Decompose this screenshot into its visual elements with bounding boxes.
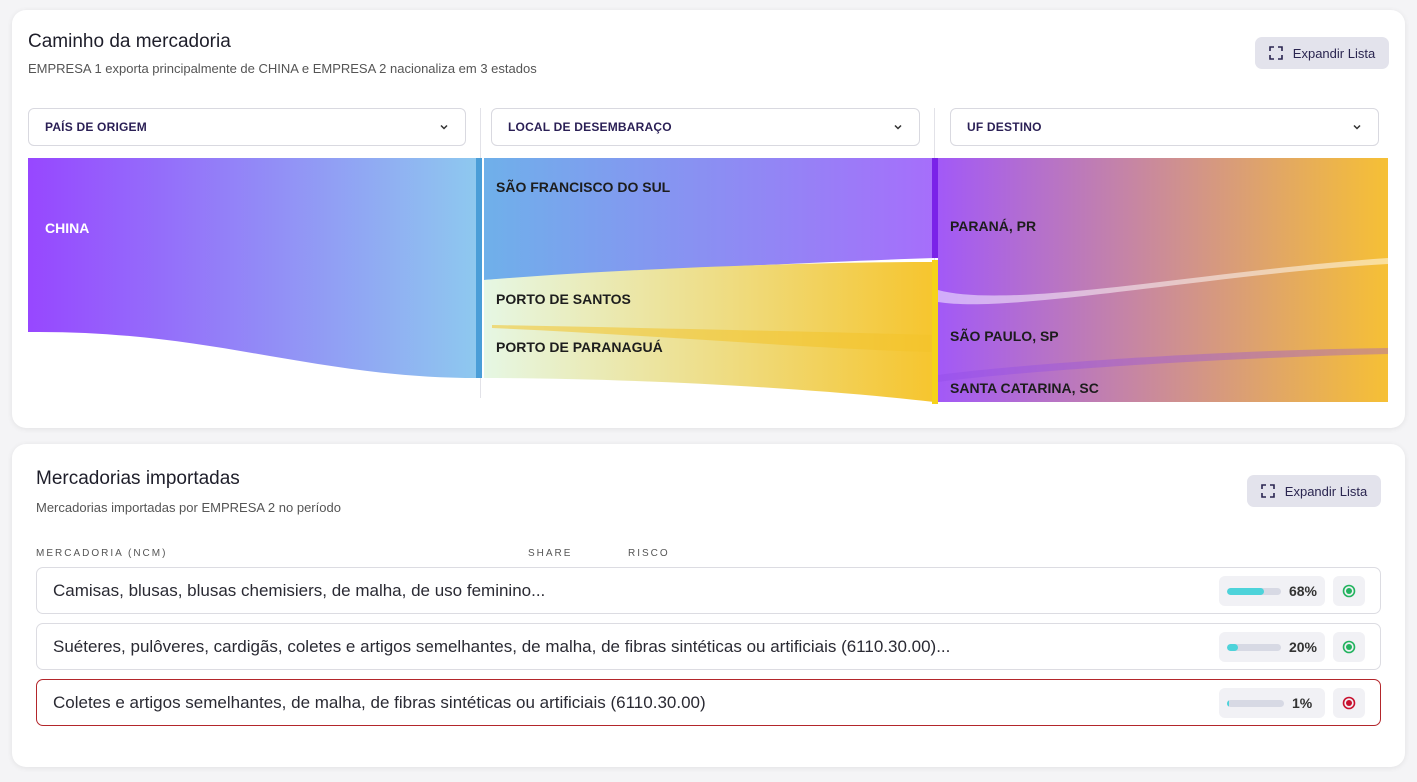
risk-low-icon [1342, 640, 1356, 654]
row-label: Coletes e artigos semelhantes, de malha,… [53, 692, 706, 712]
node-label-sao-paulo: SÃO PAULO, SP [950, 328, 1059, 344]
risk-indicator [1333, 576, 1365, 606]
flow-card: Caminho da mercadoria EMPRESA 1 exporta … [12, 10, 1405, 428]
table-row[interactable]: Coletes e artigos semelhantes, de malha,… [36, 679, 1381, 726]
goods-expand-button[interactable]: Expandir Lista [1247, 475, 1381, 507]
node-label-porto-de-paranagua: PORTO DE PARANAGUÁ [496, 339, 663, 355]
share-bar-track [1227, 643, 1281, 651]
sankey-diagram [28, 158, 1388, 404]
share-percent: 1% [1292, 695, 1313, 711]
node-label-china: CHINA [45, 220, 90, 236]
goods-expand-label: Expandir Lista [1284, 483, 1368, 499]
expand-icon [1260, 484, 1275, 498]
flow-link [28, 158, 478, 378]
share-bar-fill [1227, 587, 1264, 595]
node-label-parana: PARANÁ, PR [950, 218, 1037, 234]
share-bar-fill [1227, 699, 1229, 707]
flow-link [484, 158, 934, 280]
column-header-ncm: MERCADORIA (NCM) [36, 548, 168, 559]
share-indicator: 1% [1219, 688, 1325, 718]
risk-indicator [1333, 632, 1365, 662]
share-percent: 20% [1288, 639, 1317, 655]
risk-low-icon [1342, 584, 1356, 598]
node-bar-sao-francisco [932, 158, 938, 258]
node-bar-santos [932, 260, 938, 404]
table-row[interactable]: Camisas, blusas, blusas chemisiers, de m… [36, 567, 1381, 614]
row-label: Camisas, blusas, blusas chemisiers, de m… [53, 580, 546, 600]
share-bar-track [1227, 587, 1281, 595]
column-header-risk: RISCO [628, 548, 670, 559]
node-label-santa-catarina: SANTA CATARINA, SC [950, 380, 1099, 396]
goods-card: Mercadorias importadas Mercadorias impor… [12, 444, 1405, 767]
share-bar-track [1227, 699, 1284, 707]
share-bar-fill [1227, 643, 1238, 651]
column-header-share: SHARE [528, 548, 573, 559]
goods-title: Mercadorias importadas [36, 468, 240, 489]
goods-subtitle: Mercadorias importadas por EMPRESA 2 no … [36, 500, 341, 515]
share-indicator: 68% [1219, 576, 1325, 606]
share-indicator: 20% [1219, 632, 1325, 662]
table-row[interactable]: Suéteres, pulôveres, cardigãs, coletes e… [36, 623, 1381, 670]
share-percent: 68% [1288, 583, 1317, 599]
node-bar-china [476, 158, 482, 378]
row-label: Suéteres, pulôveres, cardigãs, coletes e… [53, 636, 951, 656]
node-label-sao-francisco-do-sul: SÃO FRANCISCO DO SUL [496, 179, 671, 195]
risk-indicator [1333, 688, 1365, 718]
flow-link [938, 158, 1388, 402]
risk-high-icon [1342, 696, 1356, 710]
node-label-porto-de-santos: PORTO DE SANTOS [496, 291, 631, 307]
